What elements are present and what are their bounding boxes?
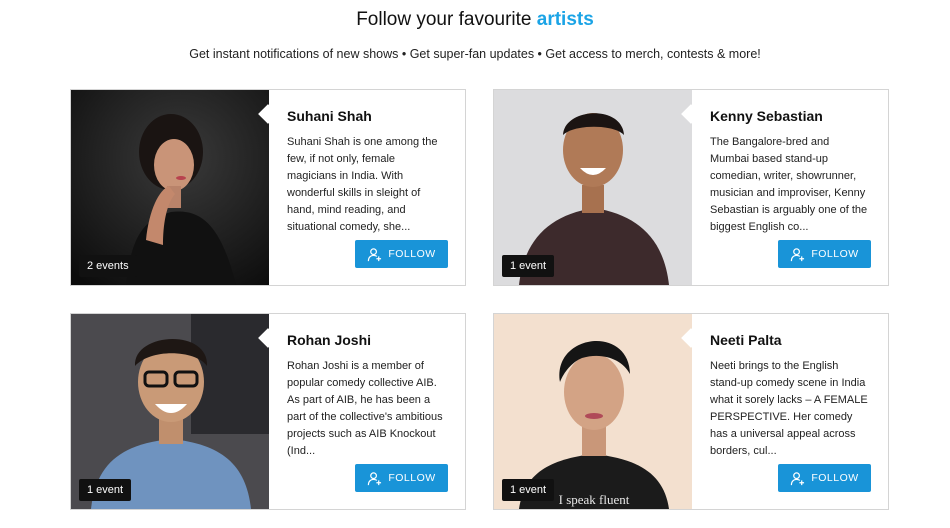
- artist-name[interactable]: Suhani Shah: [287, 108, 447, 124]
- section-title-accent: artists: [536, 9, 594, 30]
- follow-label: FOLLOW: [811, 248, 859, 260]
- events-badge: 1 event: [502, 255, 555, 277]
- section-subtitle: Get instant notifications of new shows •…: [189, 47, 761, 61]
- artist-card-kenny-sebastian[interactable]: 1 event Kenny Sebastian The Bangalore-br…: [493, 89, 889, 286]
- user-plus-icon: [791, 471, 805, 485]
- section-title: Follow your favourite artists: [0, 9, 950, 31]
- artist-bio: The Bangalore-bred and Mumbai based stan…: [710, 136, 868, 233]
- artist-bio: Neeti brings to the English stand-up com…: [710, 360, 868, 457]
- follow-button[interactable]: FOLLOW: [778, 240, 871, 268]
- follow-label: FOLLOW: [388, 248, 436, 260]
- follow-button[interactable]: FOLLOW: [778, 464, 871, 492]
- user-plus-icon: [791, 247, 805, 261]
- events-badge: 1 event: [79, 479, 132, 501]
- artist-bio: Suhani Shah is one among the few, if not…: [287, 136, 438, 233]
- artist-card-suhani-shah[interactable]: 2 events Suhani Shah Suhani Shah is one …: [70, 89, 466, 286]
- events-badge: 2 events: [79, 255, 137, 277]
- artist-name[interactable]: Kenny Sebastian: [710, 108, 870, 124]
- follow-button[interactable]: FOLLOW: [355, 240, 448, 268]
- user-plus-icon: [368, 471, 382, 485]
- shirt-text: I speak fluent: [559, 492, 630, 507]
- events-badge: 1 event: [502, 479, 555, 501]
- artist-card-rohan-joshi[interactable]: 1 event Rohan Joshi Rohan Joshi is a mem…: [70, 313, 466, 510]
- follow-button[interactable]: FOLLOW: [355, 464, 448, 492]
- follow-label: FOLLOW: [388, 472, 436, 484]
- artist-card-neeti-palta[interactable]: I speak fluent 1 event Neeti Palta Neeti…: [493, 313, 889, 510]
- artist-name[interactable]: Rohan Joshi: [287, 332, 447, 348]
- user-plus-icon: [368, 247, 382, 261]
- section-title-text: Follow your favourite: [356, 9, 532, 30]
- follow-label: FOLLOW: [811, 472, 859, 484]
- artist-bio: Rohan Joshi is a member of popular comed…: [287, 360, 443, 457]
- artist-name[interactable]: Neeti Palta: [710, 332, 870, 348]
